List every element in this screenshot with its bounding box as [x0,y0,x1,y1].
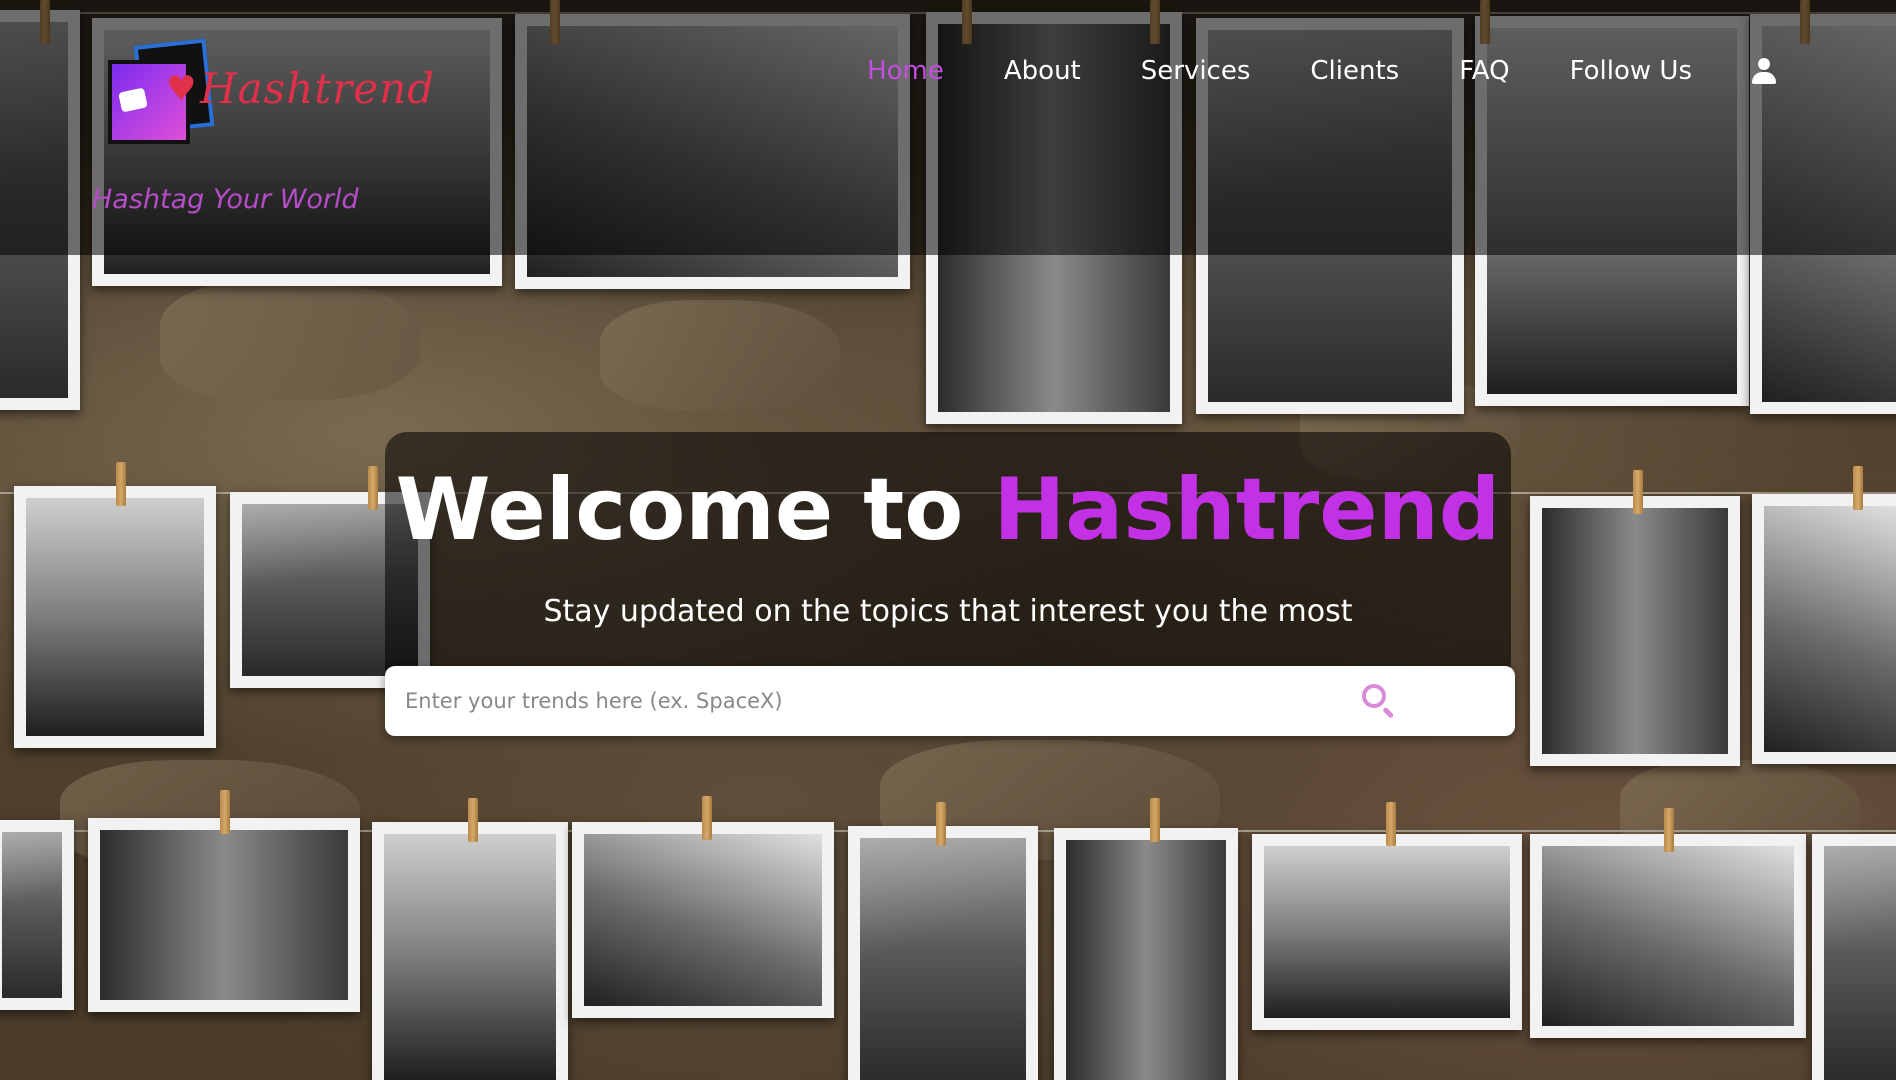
site-header: ♥ Hashtrend Hashtag Your World Home Abou… [0,0,1896,255]
clothespin [368,466,378,510]
hanging-photo [14,486,216,748]
hero-title-prefix: Welcome to [395,460,994,560]
hanging-photo [372,822,568,1080]
nav-link-faq[interactable]: FAQ [1459,56,1509,86]
search-input[interactable] [405,666,1385,736]
hanging-photo [1812,834,1896,1080]
hanging-photo [88,818,360,1012]
clothespin [1633,470,1643,514]
nav-link-clients[interactable]: Clients [1310,56,1399,86]
nav-link-home[interactable]: Home [867,56,944,86]
logo-text: Hashtrend [200,64,436,113]
hanging-photo [0,820,74,1010]
nav-link-follow-us[interactable]: Follow Us [1570,56,1692,86]
clothespin [1150,798,1160,842]
clothespin [468,798,478,842]
hero-subtitle: Stay updated on the topics that interest… [543,594,1353,629]
clothespin [1386,802,1396,846]
hanging-photo [1530,496,1740,766]
heart-icon: ♥ [166,69,197,109]
search-bar [385,666,1515,736]
hanging-photo [848,826,1038,1080]
clothespin [220,790,230,834]
hanging-photo [1530,834,1806,1038]
nav-link-services[interactable]: Services [1141,56,1251,86]
hanging-photo [1252,834,1522,1030]
clothespin [1664,808,1674,852]
clothespin [702,796,712,840]
hanging-photo [572,822,834,1018]
clothespin [936,802,946,846]
nav-link-about[interactable]: About [1004,56,1081,86]
brand-tagline: Hashtag Your World [92,184,359,215]
brand-logo[interactable]: ♥ Hashtrend [108,38,434,152]
user-icon[interactable] [1752,58,1776,84]
wall-stone [160,280,420,400]
hero-title: Welcome to Hashtrend [385,460,1511,560]
clothespin [1853,466,1863,510]
wall-stone [600,300,840,410]
hero-title-brand: Hashtrend [993,460,1501,560]
hanging-photo [1752,494,1896,764]
search-icon[interactable] [1360,682,1400,722]
main-nav: Home About Services Clients FAQ Follow U… [807,56,1776,86]
clothespin [116,462,126,506]
hanging-photo [1054,828,1238,1080]
